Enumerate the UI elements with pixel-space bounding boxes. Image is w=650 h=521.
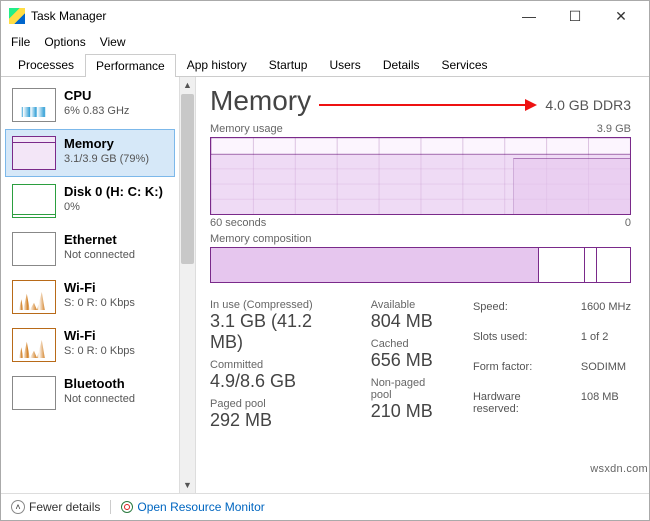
commit-label: Committed	[210, 359, 343, 371]
cpu-label: CPU	[64, 88, 129, 103]
tab-strip: Processes Performance App history Startu…	[1, 53, 649, 77]
fewer-details-button[interactable]: ˄ Fewer details	[11, 500, 100, 514]
disk-thumbnail-icon	[12, 184, 56, 218]
hw-val: 108 MB	[581, 391, 631, 431]
slots-key: Slots used:	[473, 331, 561, 359]
sidebar: CPU 6% 0.83 GHz Memory 3.1/3.9 GB (79%) Di…	[1, 77, 179, 493]
memory-spec: 4.0 GB DDR3	[545, 97, 631, 113]
minimize-button[interactable]: —	[515, 8, 543, 25]
bluetooth-sub: Not connected	[64, 393, 135, 405]
memory-usage-chart	[210, 137, 631, 215]
footer: ˄ Fewer details Open Resource Monitor	[1, 493, 649, 520]
tab-services[interactable]: Services	[431, 53, 499, 76]
hw-key: Hardware reserved:	[473, 391, 561, 431]
ethernet-sub: Not connected	[64, 249, 135, 261]
form-val: SODIMM	[581, 361, 631, 389]
inuse-label: In use (Compressed)	[210, 299, 343, 311]
usage-label: Memory usage	[210, 123, 283, 135]
cached-label: Cached	[371, 338, 445, 350]
menu-file[interactable]: File	[11, 35, 30, 49]
wifi1-label: Wi-Fi	[64, 280, 135, 295]
avail-label: Available	[371, 299, 445, 311]
composition-label: Memory composition	[210, 233, 311, 245]
annotation-arrow	[319, 98, 537, 110]
speed-val: 1600 MHz	[581, 301, 631, 329]
page-title: Memory	[210, 85, 311, 117]
sidebar-item-memory[interactable]: Memory 3.1/3.9 GB (79%)	[5, 129, 175, 177]
close-button[interactable]: ✕	[607, 8, 635, 25]
memory-composition-chart	[210, 247, 631, 283]
orm-label: Open Resource Monitor	[137, 500, 264, 514]
usage-max: 3.9 GB	[597, 123, 631, 135]
disk-label: Disk 0 (H: C: K:)	[64, 184, 163, 199]
commit-value: 4.9/8.6 GB	[210, 371, 343, 392]
window-title: Task Manager	[31, 9, 515, 23]
content: CPU 6% 0.83 GHz Memory 3.1/3.9 GB (79%) Di…	[1, 77, 649, 493]
x-right: 0	[625, 217, 631, 229]
task-manager-window: Task Manager — ☐ ✕ File Options View Pro…	[0, 0, 650, 521]
task-manager-icon	[9, 8, 25, 24]
tab-startup[interactable]: Startup	[258, 53, 319, 76]
scroll-thumb[interactable]	[181, 94, 194, 264]
maximize-button[interactable]: ☐	[561, 8, 589, 25]
resource-monitor-icon	[121, 501, 133, 513]
wifi2-sub: S: 0 R: 0 Kbps	[64, 345, 135, 357]
tab-processes[interactable]: Processes	[7, 53, 85, 76]
titlebar: Task Manager — ☐ ✕	[1, 1, 649, 31]
cached-value: 656 MB	[371, 350, 445, 371]
form-key: Form factor:	[473, 361, 561, 389]
fewer-label: Fewer details	[29, 500, 100, 514]
menu-view[interactable]: View	[100, 35, 126, 49]
menu-options[interactable]: Options	[44, 35, 85, 49]
chevron-up-icon: ˄	[11, 500, 25, 514]
ethernet-label: Ethernet	[64, 232, 135, 247]
tab-details[interactable]: Details	[372, 53, 431, 76]
inuse-value: 3.1 GB (41.2 MB)	[210, 311, 343, 353]
open-resource-monitor-link[interactable]: Open Resource Monitor	[121, 500, 264, 514]
slots-val: 1 of 2	[581, 331, 631, 359]
wifi-thumbnail-icon	[12, 280, 56, 314]
nonpaged-value: 210 MB	[371, 401, 445, 422]
cpu-sub: 6% 0.83 GHz	[64, 105, 129, 117]
sidebar-item-disk[interactable]: Disk 0 (H: C: K:) 0%	[5, 177, 175, 225]
sidebar-item-cpu[interactable]: CPU 6% 0.83 GHz	[5, 81, 175, 129]
sidebar-item-wifi-1[interactable]: Wi-Fi S: 0 R: 0 Kbps	[5, 273, 175, 321]
x-left: 60 seconds	[210, 217, 266, 229]
paged-label: Paged pool	[210, 398, 343, 410]
divider	[110, 500, 111, 514]
scroll-up-button[interactable]: ▲	[180, 77, 195, 93]
menu-bar: File Options View	[1, 31, 649, 53]
tab-app-history[interactable]: App history	[176, 53, 258, 76]
memory-label: Memory	[64, 136, 149, 151]
bluetooth-label: Bluetooth	[64, 376, 135, 391]
sidebar-scrollbar[interactable]: ▲ ▼	[179, 77, 195, 493]
speed-key: Speed:	[473, 301, 561, 329]
sidebar-item-bluetooth[interactable]: Bluetooth Not connected	[5, 369, 175, 417]
wifi2-label: Wi-Fi	[64, 328, 135, 343]
memory-thumbnail-icon	[12, 136, 56, 170]
sidebar-item-wifi-2[interactable]: Wi-Fi S: 0 R: 0 Kbps	[5, 321, 175, 369]
cpu-thumbnail-icon	[12, 88, 56, 122]
bluetooth-thumbnail-icon	[12, 376, 56, 410]
ethernet-thumbnail-icon	[12, 232, 56, 266]
memory-properties: Speed: 1600 MHz Slots used: 1 of 2 Form fa…	[473, 301, 631, 431]
nonpaged-label: Non-paged pool	[371, 377, 445, 401]
memory-sub: 3.1/3.9 GB (79%)	[64, 153, 149, 165]
avail-value: 804 MB	[371, 311, 445, 332]
sidebar-item-ethernet[interactable]: Ethernet Not connected	[5, 225, 175, 273]
wifi1-sub: S: 0 R: 0 Kbps	[64, 297, 135, 309]
wifi-thumbnail-icon	[12, 328, 56, 362]
scroll-down-button[interactable]: ▼	[180, 477, 195, 493]
tab-users[interactable]: Users	[318, 53, 371, 76]
main-panel: Memory 4.0 GB DDR3 Memory usage 3.9 GB 6…	[196, 77, 649, 493]
disk-sub: 0%	[64, 201, 80, 213]
tab-performance[interactable]: Performance	[85, 54, 176, 77]
paged-value: 292 MB	[210, 410, 343, 431]
